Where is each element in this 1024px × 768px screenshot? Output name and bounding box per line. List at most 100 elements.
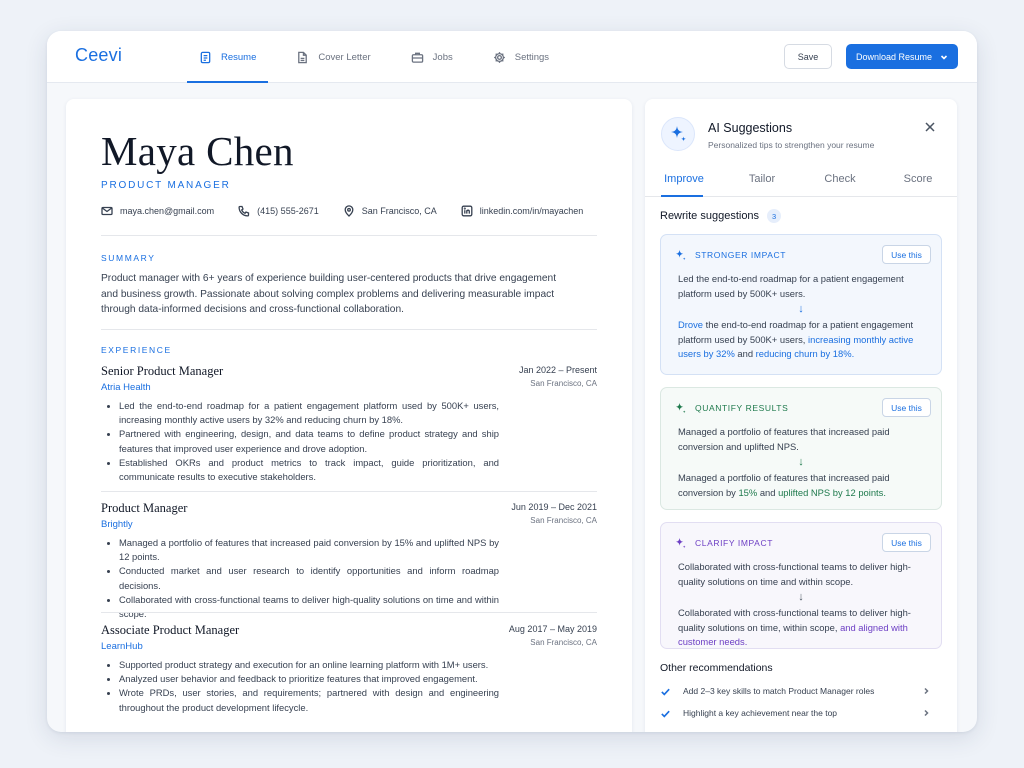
location-text: San Francisco, CA: [361, 206, 437, 216]
linkedin-text: linkedin.com/in/mayachen: [479, 206, 584, 216]
tab-cover-letter[interactable]: Cover Letter: [284, 31, 382, 83]
briefcase-icon: [411, 52, 423, 63]
download-resume-button[interactable]: Download Resume: [846, 44, 958, 69]
job-company: Atria Health: [101, 382, 151, 393]
location-pin-icon: [344, 205, 354, 217]
bullet-item: Partnered with engineering, design, and …: [101, 427, 499, 455]
chevron-right-icon: [924, 687, 929, 695]
use-this-button[interactable]: Use this: [882, 533, 931, 552]
summary-heading: SUMMARY: [101, 253, 156, 263]
job-entry[interactable]: Associate Product Manager LearnHub Aug 2…: [101, 623, 597, 715]
contact-phone[interactable]: (415) 555-2671: [238, 205, 319, 217]
chevron-right-icon: [924, 709, 929, 717]
use-this-button[interactable]: Use this: [882, 398, 931, 417]
resume-name[interactable]: Maya Chen: [101, 127, 294, 175]
tab-label: Jobs: [432, 51, 453, 63]
text-segment: reducing churn by 18%.: [755, 348, 855, 359]
job-company: Brightly: [101, 519, 133, 530]
arrow-down-icon: ↓: [798, 591, 804, 603]
arrow-down-icon: ↓: [798, 456, 804, 468]
arrow-down-icon: ↓: [798, 303, 804, 315]
original-text: Managed a portfolio of features that inc…: [678, 426, 890, 452]
original-text: Led the end-to-end roadmap for a patient…: [678, 273, 904, 299]
tab-score[interactable]: Score: [879, 163, 957, 196]
job-dates: Aug 2017 – May 2019: [508, 624, 597, 634]
recommendation-item[interactable]: Highlight a key achievement near the top: [660, 705, 930, 721]
bullet-item: Managed a portfolio of features that inc…: [101, 536, 499, 564]
gear-icon: [493, 51, 505, 63]
use-this-button[interactable]: Use this: [882, 245, 931, 264]
document-icon: [200, 51, 211, 63]
card-label: QUANTIFY RESULTS: [695, 403, 789, 413]
resume-role[interactable]: PRODUCT MANAGER: [101, 180, 231, 191]
job-bullets: Managed a portfolio of features that inc…: [101, 536, 499, 621]
divider: [101, 329, 597, 330]
count-badge: 3: [767, 209, 782, 223]
ai-tabs: Improve Tailor Check Score: [645, 163, 957, 197]
resume-preview: Maya Chen PRODUCT MANAGER maya.chen@gmai…: [66, 99, 632, 732]
tab-label: Cover Letter: [318, 51, 371, 63]
text-segment: Drove: [678, 319, 704, 330]
sparkle-icon: [675, 537, 686, 548]
suggestion-card: STRONGER IMPACT Use this Led the end-to-…: [660, 234, 942, 375]
contact-location[interactable]: San Francisco, CA: [343, 205, 437, 217]
bullet-item: Conducted market and user research to id…: [101, 564, 499, 592]
job-location: San Francisco, CA: [530, 379, 597, 388]
text-segment: and: [757, 486, 779, 498]
close-button[interactable]: [923, 120, 937, 134]
divider: [101, 235, 597, 236]
job-location: San Francisco, CA: [530, 638, 597, 647]
sparkle-icon: [671, 126, 686, 142]
job-bullets: Led the end-to-end roadmap for a patient…: [101, 399, 499, 484]
text-segment: 15%: [738, 486, 758, 498]
other-recommendations-heading: Other recommendations: [660, 662, 773, 674]
tab-resume[interactable]: Resume: [187, 31, 269, 83]
check-icon: [661, 688, 670, 696]
recommendation-item[interactable]: Add 2–3 key skills to match Product Mana…: [660, 683, 930, 699]
contact-linkedin[interactable]: linkedin.com/in/mayachen: [461, 205, 584, 217]
summary-text[interactable]: Product manager with 6+ years of experie…: [101, 271, 561, 318]
close-icon: [925, 122, 935, 132]
tab-check[interactable]: Check: [801, 163, 879, 196]
panel-title: AI Suggestions: [708, 121, 793, 135]
phone-text: (415) 555-2671: [257, 206, 319, 216]
sparkle-icon: [675, 402, 686, 413]
top-bar: Ceevi Resume Cover Letter Jobs Settings …: [47, 31, 977, 83]
file-icon: [298, 51, 308, 63]
experience-heading: EXPERIENCE: [101, 345, 172, 355]
panel-subtitle: Personalized tips to strengthen your res…: [708, 140, 875, 150]
ai-suggestions-panel: AI Suggestions Personalized tips to stre…: [645, 99, 957, 732]
job-entry[interactable]: Product Manager Brightly Jun 2019 – Dec …: [101, 501, 597, 621]
tab-improve[interactable]: Improve: [645, 163, 723, 197]
bullet-item: Wrote PRDs, user stories, and requiremen…: [101, 686, 499, 714]
suggestion-card: CLARIFY IMPACT Use this Collaborated wit…: [660, 522, 942, 649]
job-entry[interactable]: Senior Product Manager Atria Health Jan …: [101, 364, 597, 484]
improved-text: Managed a portfolio of features that inc…: [678, 471, 924, 500]
suggestion-card: QUANTIFY RESULTS Use this Managed a port…: [660, 387, 942, 510]
contact-email[interactable]: maya.chen@gmail.com: [101, 205, 214, 217]
improved-text: Drove the end-to-end roadmap for a patie…: [678, 318, 924, 362]
job-location: San Francisco, CA: [530, 516, 597, 525]
check-icon: [661, 710, 670, 718]
main-nav: Resume Cover Letter Jobs Settings: [187, 31, 577, 83]
recommendation-text: Add 2–3 key skills to match Product Mana…: [683, 686, 875, 696]
tab-jobs[interactable]: Jobs: [399, 31, 465, 83]
tab-label: Resume: [221, 51, 257, 63]
text-segment: and: [734, 348, 756, 359]
tab-tailor[interactable]: Tailor: [723, 163, 801, 196]
rewrite-heading: Rewrite suggestions 3: [660, 209, 782, 223]
chevron-down-icon[interactable]: [940, 53, 948, 61]
tab-settings[interactable]: Settings: [481, 31, 561, 83]
recommendation-text: Highlight a key achievement near the top: [683, 708, 838, 718]
job-dates: Jun 2019 – Dec 2021: [511, 502, 597, 512]
save-button[interactable]: Save: [784, 44, 832, 69]
card-label: CLARIFY IMPACT: [695, 538, 773, 548]
download-label: Download Resume: [855, 51, 933, 62]
app-logo[interactable]: Ceevi: [75, 45, 122, 66]
bullet-item: Collaborated with cross-functional teams…: [101, 593, 499, 621]
text-segment: uplifted NPS by 12 points.: [778, 486, 886, 498]
improved-text: Collaborated with cross-functional teams…: [678, 606, 924, 650]
rewrite-heading-text: Rewrite suggestions: [660, 210, 760, 222]
divider: [101, 612, 597, 613]
card-label: STRONGER IMPACT: [695, 250, 787, 260]
